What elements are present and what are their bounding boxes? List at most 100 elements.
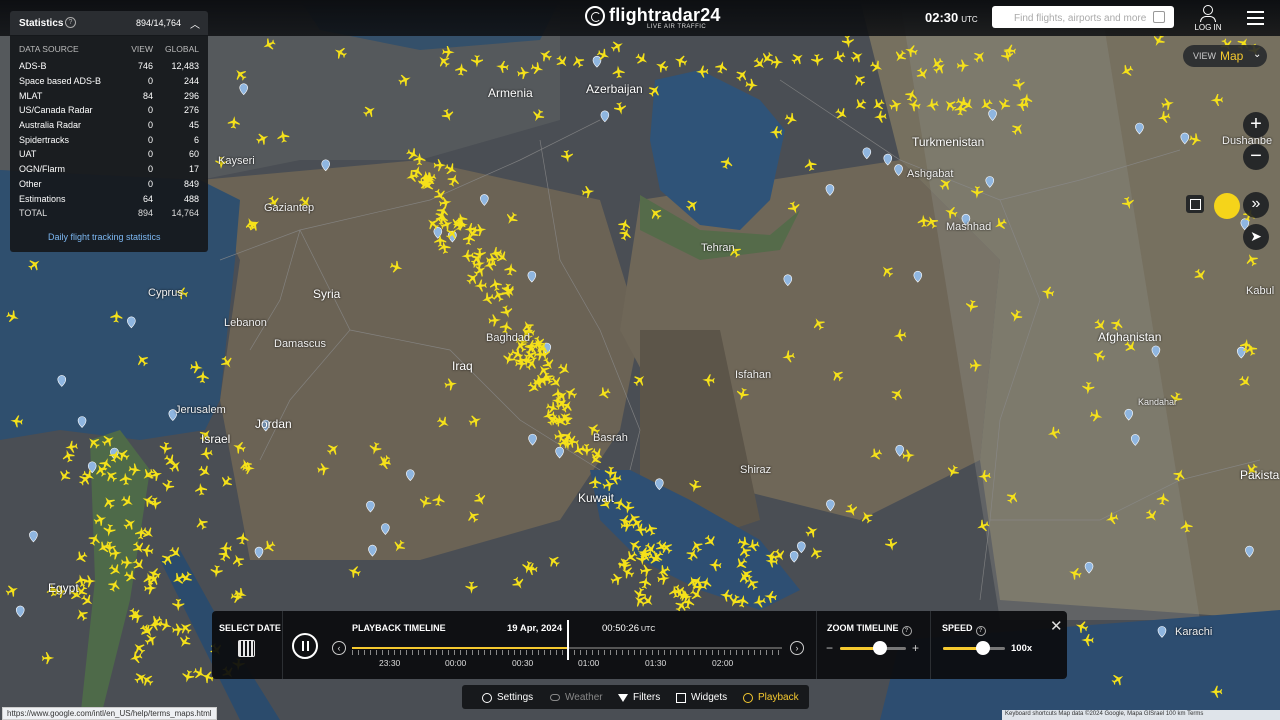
cell-global: 488 [183,193,199,204]
fast-forward-icon[interactable]: » [1243,192,1269,218]
cell-global: 244 [183,76,199,87]
step-forward-icon[interactable]: › [790,641,804,655]
playback-button[interactable]: Playback [743,692,799,703]
locate-me-icon[interactable]: ➤ [1243,224,1269,250]
cell-global: 6 [193,134,199,145]
timeline-cursor[interactable] [567,620,569,660]
clock-time: 02:30 [925,10,959,25]
playback-time: 00:50:26 UTC [602,623,655,634]
table-row: Estimations 64 488 [19,191,199,206]
user-icon [1203,5,1213,15]
highlight-marker-icon[interactable] [1214,193,1240,219]
map-label: Isfahan [735,369,772,381]
timeline-tick-label: 23:30 [379,658,401,668]
cell-global: 296 [183,90,199,101]
widgets-label: Widgets [691,692,728,703]
statistics-table: DATA SOURCE VIEW GLOBAL ADS-B 746 12,483 Sp… [19,44,199,221]
table-row: OGN/Flarm 0 17 [19,162,199,177]
zoom-minus-icon[interactable]: − [826,641,833,655]
map-label: Egypt [48,581,79,595]
cell-source: ADS-B [19,61,47,72]
zoom-timeline-text: ZOOM TIMELINE [827,623,899,633]
map-label: Kandahar [1138,397,1178,407]
cell-global: 45 [188,120,199,131]
logo-subtitle: LIVE AIR TRAFFIC [647,24,707,30]
cell-view: 84 [142,90,153,101]
cell-global: 17 [188,164,199,175]
map-label: Dushanbe [1222,135,1273,147]
cell-global: 14,764 [171,208,199,219]
help-icon[interactable]: ? [975,626,986,636]
settings-button[interactable]: Settings [482,692,533,703]
hamburger-menu-icon[interactable] [1247,11,1264,29]
utc-clock: 02:30 UTC [925,10,978,25]
login-label: LOG IN [1194,23,1222,32]
column-header: VIEW [131,44,153,54]
table-row: Australia Radar 0 45 [19,118,199,133]
map-label: Basrah [593,432,628,444]
close-icon[interactable]: ✕ [1050,617,1063,635]
chevron-up-icon[interactable]: ︿ [190,16,200,31]
timeline-tick-label: 00:00 [445,658,467,668]
step-back-icon[interactable]: ‹ [332,641,346,655]
zoom-timeline-label: ZOOM TIMELINE? [827,623,912,636]
speed-slider[interactable] [943,641,1005,655]
timeline-tick-label: 01:30 [645,658,667,668]
divider [930,611,931,679]
pause-button[interactable] [292,633,318,659]
clock-zone: UTC [961,15,978,24]
cell-view: 0 [147,120,153,131]
cell-view: 894 [137,208,153,219]
cell-view: 0 [147,76,153,87]
divider [282,611,283,679]
playback-date: 19 Apr, 2024 [507,623,563,634]
cell-global: 60 [188,149,199,160]
map-label: Jordan [255,417,292,431]
speed-slider-knob[interactable] [976,641,991,655]
search-box[interactable] [992,6,1174,29]
cell-view: 64 [142,193,153,204]
cell-source: UAT [19,149,37,160]
playback-label: Playback [758,692,799,703]
table-row: Space based ADS-B 0 244 [19,74,199,89]
help-icon[interactable]: ? [65,17,76,28]
view-selector[interactable]: VIEW Map ⌄ [1183,45,1267,67]
search-input[interactable] [1012,7,1162,29]
playback-time-zone: UTC [640,626,656,633]
cell-view: 0 [147,105,153,116]
daily-statistics-link[interactable]: Daily flight tracking statistics [48,232,161,242]
calendar-icon[interactable] [238,640,255,657]
zoom-plus-icon[interactable]: + [912,641,919,655]
logo-text: flightradar24 [609,5,721,25]
zoom-in-button[interactable]: + [1243,112,1269,138]
map-label: Kuwait [578,491,615,505]
map-label: Israel [201,432,231,446]
cell-view: 746 [137,61,153,72]
zoom-slider-knob[interactable] [872,641,887,655]
help-icon[interactable]: ? [901,626,912,636]
status-url: https://www.google.com/intl/en_US/help/t… [2,707,217,720]
zoom-out-button[interactable]: − [1243,144,1269,170]
view-label: VIEW [1193,51,1217,61]
weather-button[interactable]: Weather [550,692,603,703]
view-value: Map [1220,49,1244,63]
filters-button[interactable]: Filters [618,692,660,703]
map-label: Azerbaijan [586,82,643,96]
widget-toggle-icon[interactable] [1186,195,1204,213]
map-label: Lebanon [224,317,267,329]
table-row: UAT 0 60 [19,147,199,162]
weather-label: Weather [565,692,603,703]
timeline-tick-label: 01:00 [578,658,600,668]
map-label: Syria [313,287,341,301]
settings-label: Settings [497,692,534,703]
login-button[interactable]: LOG IN [1192,5,1224,32]
logo[interactable]: flightradar24 [585,5,721,26]
zoom-timeline-slider[interactable] [840,641,906,655]
widgets-icon [676,692,686,703]
map-label: Cyprus [148,287,183,299]
cell-source: Estimations [19,193,66,204]
search-shortcut-icon[interactable] [1153,11,1165,23]
statistics-header[interactable]: Statistics ? 894/14,764 ︿ [10,11,208,35]
map-attribution[interactable]: Keyboard shortcuts Map data ©2024 Google… [1002,710,1280,720]
widgets-button[interactable]: Widgets [676,692,727,703]
